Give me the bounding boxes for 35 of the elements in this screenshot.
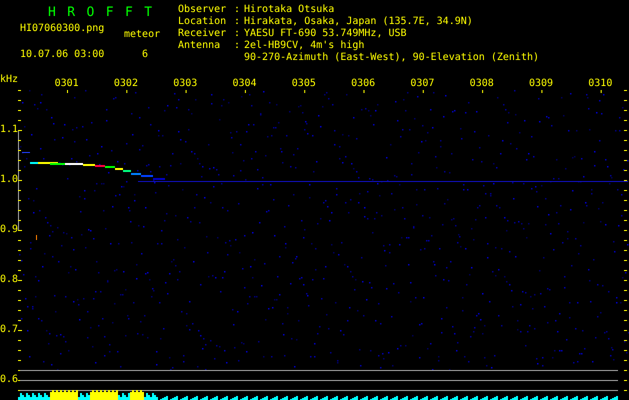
time-label: 0307 [409,78,436,90]
time-label: 0306 [350,78,376,90]
time-label: 0310 [587,78,614,90]
frequency-label: 0.7 [0,324,18,335]
info-label: Receiver [178,28,228,40]
time-label: 0309 [528,78,554,90]
date-time: 10.07.06 03:00 [19,48,104,55]
frequency-label: 0.6 [0,374,18,385]
info-value: 2el-HB9CV, 4m's high [244,40,366,52]
colon: : [234,4,242,16]
time-label: 0308 [468,78,495,90]
app-title: H R O F F T [47,4,155,22]
time-label: 0302 [112,78,139,90]
frequency-label: 0.8 [0,274,18,285]
meteor-label: meteor [123,28,162,42]
file-name: HI07060300.png [19,22,102,36]
info-value: 90-270-Azimuth (East-West), 90-Elevation (Zenith) [244,52,540,64]
info-label: Location [178,16,228,28]
frequency-label: 0.9 [0,224,18,235]
time-label: 0304 [231,78,258,90]
time-label: 0303 [172,78,198,90]
info-value: Hirotaka Otsuka [244,4,336,16]
frequency-label: 1.0 [0,174,18,185]
info-value: YAESU FT-690 53.749MHz, USB [244,28,408,40]
colon: : [234,40,242,52]
axis-unit: kHz [0,74,18,87]
meteor-count: 6 [141,48,150,55]
time-label: 0305 [290,78,317,90]
time-label: 0301 [54,78,80,90]
colon: : [234,16,242,28]
info-value: Hirakata, Osaka, Japan (135.7E, 34.9N) [244,16,474,28]
frequency-label: 1.1 [0,124,18,135]
info-label: Antenna [178,40,222,52]
info-label: Observer [178,4,228,16]
colon: : [234,28,242,40]
